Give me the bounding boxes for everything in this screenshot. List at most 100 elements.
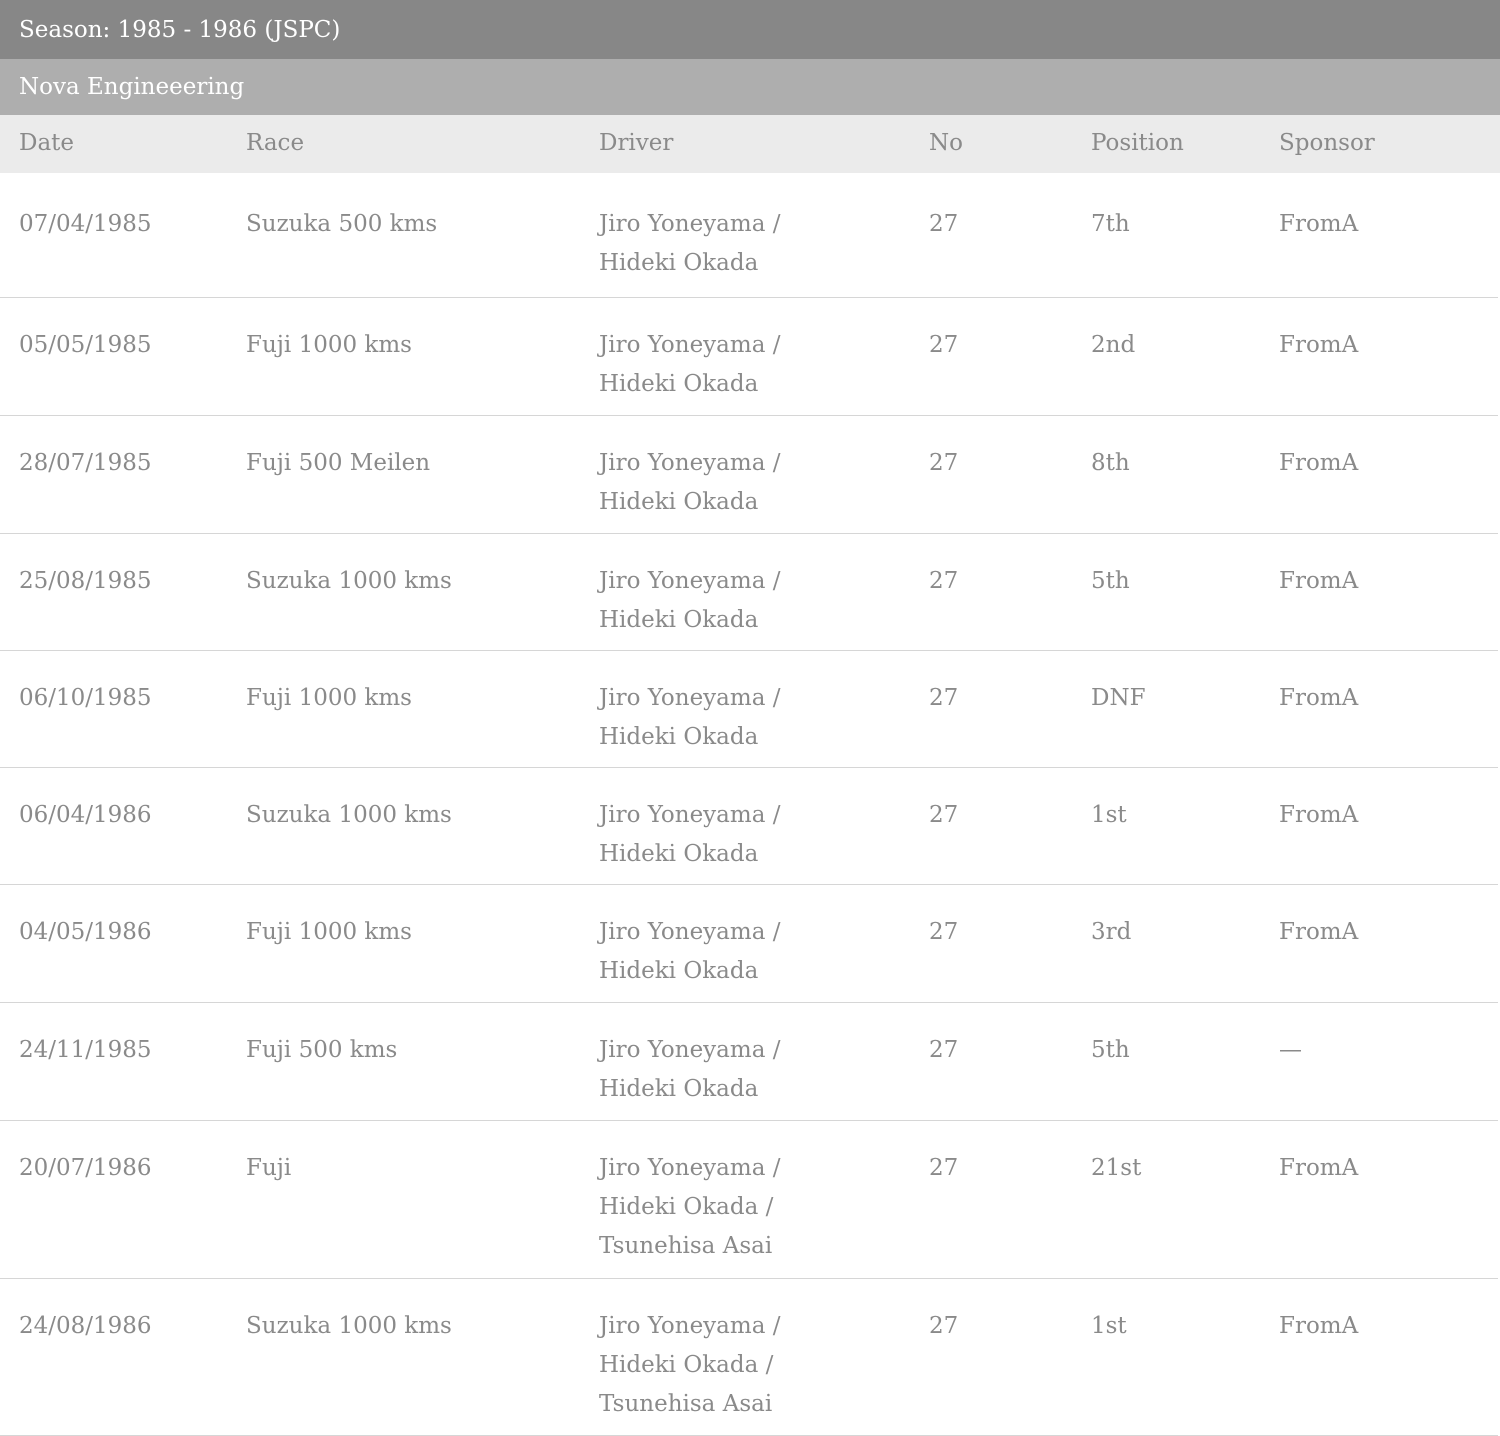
cell-no: 27 [929, 802, 959, 828]
cell-driver: Jiro Yoneyama / Hideki Okada [599, 913, 780, 991]
cell-date: 06/10/1985 [19, 685, 152, 711]
cell-position: 8th [1091, 450, 1130, 476]
cell-position: 1st [1091, 802, 1127, 828]
cell-no: 27 [929, 919, 959, 945]
cell-no: 27 [929, 1037, 959, 1063]
cell-race: Fuji 1000 kms [246, 332, 412, 358]
column-header-no: No [929, 130, 963, 156]
table-row: 28/07/1985 Fuji 500 Meilen 27 8th FromA Jiro … [0, 416, 1498, 534]
cell-race: Suzuka 1000 kms [246, 568, 452, 594]
column-header-position: Position [1091, 130, 1184, 156]
column-header-date: Date [19, 130, 75, 156]
cell-date: 07/04/1985 [19, 211, 152, 237]
column-header-sponsor: Sponsor [1279, 130, 1375, 156]
cell-position: 1st [1091, 1313, 1127, 1339]
driver-name-line: Tsunehisa Asai [599, 1233, 773, 1259]
cell-position: DNF [1091, 685, 1146, 711]
cell-no: 27 [929, 1155, 959, 1181]
cell-race: Fuji [246, 1155, 292, 1181]
table-row: 06/10/1985 Fuji 1000 kms 27 DNF FromA Jiro Yo… [0, 651, 1498, 768]
driver-name-line: Hideki Okada [599, 371, 759, 397]
cell-driver: Jiro Yoneyama / Hideki Okada [599, 205, 780, 283]
driver-name-line: Hideki Okada [599, 489, 759, 515]
cell-position: 3rd [1091, 919, 1132, 945]
table-row: 04/05/1986 Fuji 1000 kms 27 3rd FromA Jiro Yo… [0, 885, 1498, 1003]
driver-name-line: Hideki Okada [599, 607, 759, 633]
table-row: 24/08/1986 Suzuka 1000 kms 27 1st FromA Jiro … [0, 1279, 1498, 1436]
cell-sponsor: FromA [1279, 802, 1359, 828]
table-row: 05/05/1985 Fuji 1000 kms 27 2nd FromA Jiro Yo… [0, 298, 1498, 416]
table-header-row: Date Race Driver No Position Sponsor [0, 115, 1500, 173]
cell-driver: Jiro Yoneyama / Hideki Okada [599, 326, 780, 404]
driver-name-line: Hideki Okada [599, 724, 759, 750]
cell-date: 24/11/1985 [19, 1037, 152, 1063]
cell-driver: Jiro Yoneyama / Hideki Okada [599, 1031, 780, 1109]
driver-name-line: Tsunehisa Asai [599, 1391, 773, 1417]
cell-sponsor: FromA [1279, 685, 1359, 711]
cell-sponsor: FromA [1279, 1313, 1359, 1339]
cell-race: Fuji 500 kms [246, 1037, 398, 1063]
cell-date: 28/07/1985 [19, 450, 152, 476]
cell-race: Suzuka 1000 kms [246, 802, 452, 828]
cell-sponsor: — [1279, 1037, 1302, 1063]
cell-driver: Jiro Yoneyama / Hideki Okada / Tsunehisa A… [599, 1307, 780, 1424]
table-body: 07/04/1985 Suzuka 500 kms 27 7th FromA Jiro Y… [0, 173, 1500, 1436]
cell-driver: Jiro Yoneyama / Hideki Okada [599, 679, 780, 757]
cell-no: 27 [929, 1313, 959, 1339]
cell-driver: Jiro Yoneyama / Hideki Okada [599, 562, 780, 640]
table-row: 20/07/1986 Fuji 27 21st FromA Jiro Yoneyama /… [0, 1121, 1498, 1279]
cell-date: 25/08/1985 [19, 568, 152, 594]
driver-name-line: Jiro Yoneyama / [599, 1155, 781, 1181]
cell-date: 05/05/1985 [19, 332, 152, 358]
table-row: 25/08/1985 Suzuka 1000 kms 27 5th FromA Jiro … [0, 534, 1498, 651]
cell-date: 20/07/1986 [19, 1155, 152, 1181]
cell-date: 06/04/1986 [19, 802, 152, 828]
driver-name-line: Hideki Okada [599, 1076, 759, 1102]
driver-name-line: Jiro Yoneyama / [599, 1037, 781, 1063]
cell-race: Fuji 1000 kms [246, 919, 412, 945]
season-title: Season: 1985 - 1986 (JSPC) [0, 0, 1500, 59]
driver-name-line: Hideki Okada [599, 250, 759, 276]
driver-name-line: Jiro Yoneyama / [599, 211, 781, 237]
driver-name-line: Hideki Okada [599, 958, 759, 984]
team-name: Nova Engineeering [0, 59, 1500, 115]
cell-position: 7th [1091, 211, 1130, 237]
cell-driver: Jiro Yoneyama / Hideki Okada [599, 444, 780, 522]
cell-position: 2nd [1091, 332, 1136, 358]
driver-name-line: Jiro Yoneyama / [599, 1313, 781, 1339]
table-row: 07/04/1985 Suzuka 500 kms 27 7th FromA Jiro Y… [0, 173, 1498, 298]
cell-position: 5th [1091, 1037, 1130, 1063]
cell-driver: Jiro Yoneyama / Hideki Okada / Tsunehisa A… [599, 1149, 780, 1266]
cell-no: 27 [929, 568, 959, 594]
cell-no: 27 [929, 332, 959, 358]
cell-race: Fuji 1000 kms [246, 685, 412, 711]
driver-name-line: Hideki Okada / [599, 1352, 774, 1378]
cell-sponsor: FromA [1279, 332, 1359, 358]
driver-name-line: Jiro Yoneyama / [599, 450, 781, 476]
cell-no: 27 [929, 685, 959, 711]
cell-sponsor: FromA [1279, 568, 1359, 594]
cell-date: 24/08/1986 [19, 1313, 152, 1339]
driver-name-line: Jiro Yoneyama / [599, 332, 781, 358]
cell-position: 5th [1091, 568, 1130, 594]
table-row: 06/04/1986 Suzuka 1000 kms 27 1st FromA Jiro … [0, 768, 1498, 885]
cell-race: Fuji 500 Meilen [246, 450, 431, 476]
cell-sponsor: FromA [1279, 1155, 1359, 1181]
driver-name-line: Jiro Yoneyama / [599, 802, 781, 828]
column-header-driver: Driver [599, 130, 674, 156]
driver-name-line: Hideki Okada [599, 841, 759, 867]
cell-race: Suzuka 1000 kms [246, 1313, 452, 1339]
driver-name-line: Jiro Yoneyama / [599, 685, 781, 711]
cell-driver: Jiro Yoneyama / Hideki Okada [599, 796, 780, 874]
driver-name-line: Hideki Okada / [599, 1194, 774, 1220]
cell-no: 27 [929, 211, 959, 237]
cell-race: Suzuka 500 kms [246, 211, 438, 237]
cell-date: 04/05/1986 [19, 919, 152, 945]
driver-name-line: Jiro Yoneyama / [599, 568, 781, 594]
cell-position: 21st [1091, 1155, 1142, 1181]
cell-sponsor: FromA [1279, 919, 1359, 945]
driver-name-line: Jiro Yoneyama / [599, 919, 781, 945]
cell-sponsor: FromA [1279, 211, 1359, 237]
column-header-race: Race [246, 130, 305, 156]
cell-sponsor: FromA [1279, 450, 1359, 476]
